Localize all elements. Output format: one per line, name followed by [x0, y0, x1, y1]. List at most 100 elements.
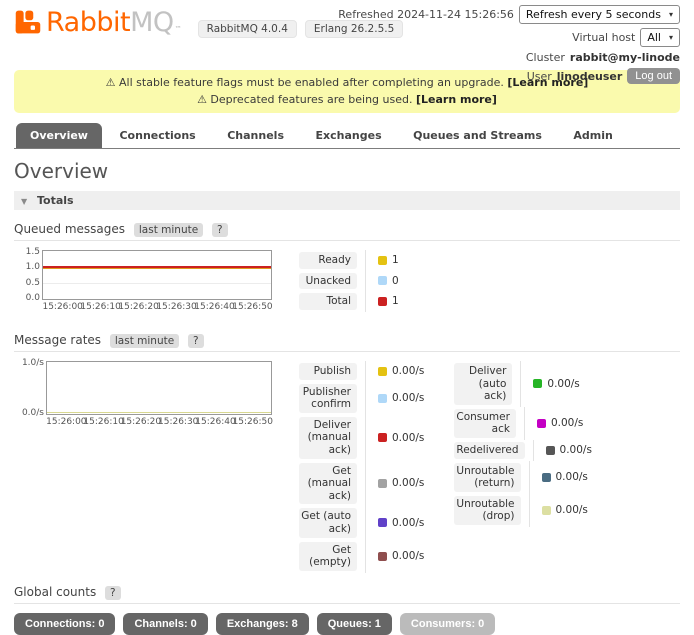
legend-row-publisher-confirm: Publisher confirm 0.00/s [299, 382, 424, 415]
rates-last-minute-badge[interactable]: last minute [110, 334, 179, 348]
publisher-confirm-rate: 0.00/s [392, 392, 424, 404]
tab-connections[interactable]: Connections [105, 123, 209, 148]
brand-wordmark: RabbitMQ [46, 9, 174, 36]
total-color-swatch [378, 297, 387, 306]
chevron-down-icon: ▾ [669, 10, 673, 19]
get-manual-ack-color-swatch [378, 479, 387, 488]
legend-row-total: Total 1 [299, 291, 399, 312]
x-axis-tick: 15:26:40 [194, 302, 234, 312]
rates-legend-right-column: Deliver (auto ack) 0.00/s Consumer ack 0… [454, 361, 592, 573]
consumer-ack-rate: 0.00/s [551, 417, 583, 429]
x-axis-tick: 15:26:00 [46, 417, 86, 427]
message-rates-legend: Publish 0.00/s Publisher confirm 0.00/s … [299, 361, 592, 573]
rates-help-icon[interactable]: ? [188, 334, 204, 348]
queued-messages-legend: Ready 1 Unacked 0 Total 1 [299, 250, 399, 312]
deliver-manual-ack-rate: 0.00/s [392, 432, 424, 444]
x-axis-tick: 15:26:30 [158, 417, 198, 427]
y-axis-tick: 1.0 [16, 262, 40, 272]
main-nav-tabs: Overview Connections Channels Exchanges … [14, 123, 680, 149]
queued-last-minute-badge[interactable]: last minute [134, 223, 203, 237]
x-axis-tick: 15:26:20 [121, 417, 161, 427]
header: RabbitMQ ™ RabbitMQ 4.0.4 Erlang 26.2.5.… [0, 0, 694, 66]
user-name: linodeuser [557, 70, 623, 83]
refresh-interval-select[interactable]: Refresh every 5 seconds ▾ [519, 5, 680, 24]
message-rates-chart-row: 1.0/s 0.0/s 15:26:00 15:26:10 15:26:20 1… [14, 361, 680, 573]
ready-color-swatch [378, 256, 387, 265]
rabbitmq-version-badge: RabbitMQ 4.0.4 [198, 20, 297, 38]
x-axis-tick: 15:26:50 [232, 302, 272, 312]
page-title: Overview [14, 159, 680, 183]
queued-messages-chart-row: 1.5 1.0 0.5 0.0 15:26:00 15:26:10 15:26:… [14, 250, 680, 315]
queued-help-icon[interactable]: ? [212, 223, 228, 237]
x-axis-tick: 15:26:10 [80, 302, 120, 312]
consumer-ack-color-swatch [537, 419, 546, 428]
refreshed-timestamp: Refreshed 2024-11-24 15:26:56 [338, 8, 514, 21]
total-series-line [43, 266, 271, 268]
get-auto-ack-rate: 0.00/s [392, 517, 424, 529]
queues-count-button[interactable]: Queues: 1 [317, 613, 392, 635]
ready-value: 1 [392, 254, 399, 266]
tab-overview[interactable]: Overview [16, 123, 102, 148]
y-axis-tick: 1.0/s [16, 358, 44, 368]
collapse-arrow-icon: ▼ [21, 197, 27, 206]
y-axis-tick: 0.0/s [16, 408, 44, 418]
global-counts-help-icon[interactable]: ? [105, 586, 121, 600]
legend-row-deliver-auto-ack: Deliver (auto ack) 0.00/s [454, 361, 592, 407]
connections-count-button[interactable]: Connections: 0 [14, 613, 115, 635]
tab-admin[interactable]: Admin [559, 123, 626, 148]
user-label: User [527, 70, 552, 83]
unroutable-drop-rate: 0.00/s [556, 504, 588, 516]
unroutable-drop-color-swatch [542, 506, 551, 515]
message-rates-section-header: Message rates last minute ? [14, 333, 680, 352]
get-empty-color-swatch [378, 552, 387, 561]
logout-button[interactable]: Log out [627, 68, 680, 84]
y-axis-tick: 0.0 [16, 293, 40, 303]
tab-exchanges[interactable]: Exchanges [302, 123, 396, 148]
chevron-down-icon: ▾ [669, 33, 673, 42]
total-value: 1 [392, 295, 399, 307]
publisher-confirm-color-swatch [378, 394, 387, 403]
publish-rate: 0.00/s [392, 365, 424, 377]
legend-row-publish: Publish 0.00/s [299, 361, 424, 382]
trademark-symbol: ™ [175, 25, 182, 36]
virtual-host-select[interactable]: All ▾ [640, 28, 680, 47]
legend-row-get-auto-ack: Get (auto ack) 0.00/s [299, 506, 424, 539]
redelivered-color-swatch [546, 446, 555, 455]
legend-row-unacked: Unacked 0 [299, 271, 399, 292]
unroutable-return-rate: 0.00/s [556, 471, 588, 483]
deliver-auto-ack-color-swatch [533, 379, 542, 388]
cluster-name: rabbit@my-linode [570, 51, 680, 64]
tab-queues-and-streams[interactable]: Queues and Streams [399, 123, 556, 148]
rabbitmq-logo[interactable]: RabbitMQ ™ [14, 8, 182, 36]
rabbitmq-logo-icon [14, 8, 42, 36]
x-axis-tick: 15:26:40 [195, 417, 235, 427]
publish-color-swatch [378, 367, 387, 376]
totals-label: Totals [37, 194, 74, 207]
totals-collapse-header[interactable]: ▼ Totals [14, 191, 680, 210]
header-status-panel: Refreshed 2024-11-24 15:26:56 Refresh ev… [338, 5, 680, 88]
unacked-color-swatch [378, 276, 387, 285]
get-manual-ack-rate: 0.00/s [392, 477, 424, 489]
queued-messages-section-header: Queued messages last minute ? [14, 222, 680, 241]
deliver-manual-ack-color-swatch [378, 433, 387, 442]
exchanges-count-button[interactable]: Exchanges: 8 [216, 613, 309, 635]
legend-row-get-empty: Get (empty) 0.00/s [299, 540, 424, 573]
global-counts-section-header: Global counts ? [14, 585, 680, 604]
ready-series-line [43, 268, 271, 269]
legend-row-consumer-ack: Consumer ack 0.00/s [454, 407, 592, 440]
legend-row-get-manual-ack: Get (manual ack) 0.00/s [299, 461, 424, 507]
x-axis-tick: 15:26:10 [83, 417, 123, 427]
deprecated-features-warning: ⚠ Deprecated features are being used. [L… [18, 92, 676, 109]
consumers-count-button[interactable]: Consumers: 0 [400, 613, 495, 635]
redelivered-rate: 0.00/s [560, 444, 592, 456]
legend-row-unroutable-return: Unroutable (return) 0.00/s [454, 461, 592, 494]
get-empty-rate: 0.00/s [392, 550, 424, 562]
zero-rate-line [47, 412, 271, 413]
legend-row-unroutable-drop: Unroutable (drop) 0.00/s [454, 494, 592, 527]
tab-channels[interactable]: Channels [213, 123, 298, 148]
global-counts-title: Global counts [14, 585, 96, 599]
x-axis-tick: 15:26:00 [42, 302, 82, 312]
channels-count-button[interactable]: Channels: 0 [123, 613, 207, 635]
deprecated-learn-more-link[interactable]: [Learn more] [416, 93, 497, 106]
legend-row-deliver-manual-ack: Deliver (manual ack) 0.00/s [299, 415, 424, 461]
